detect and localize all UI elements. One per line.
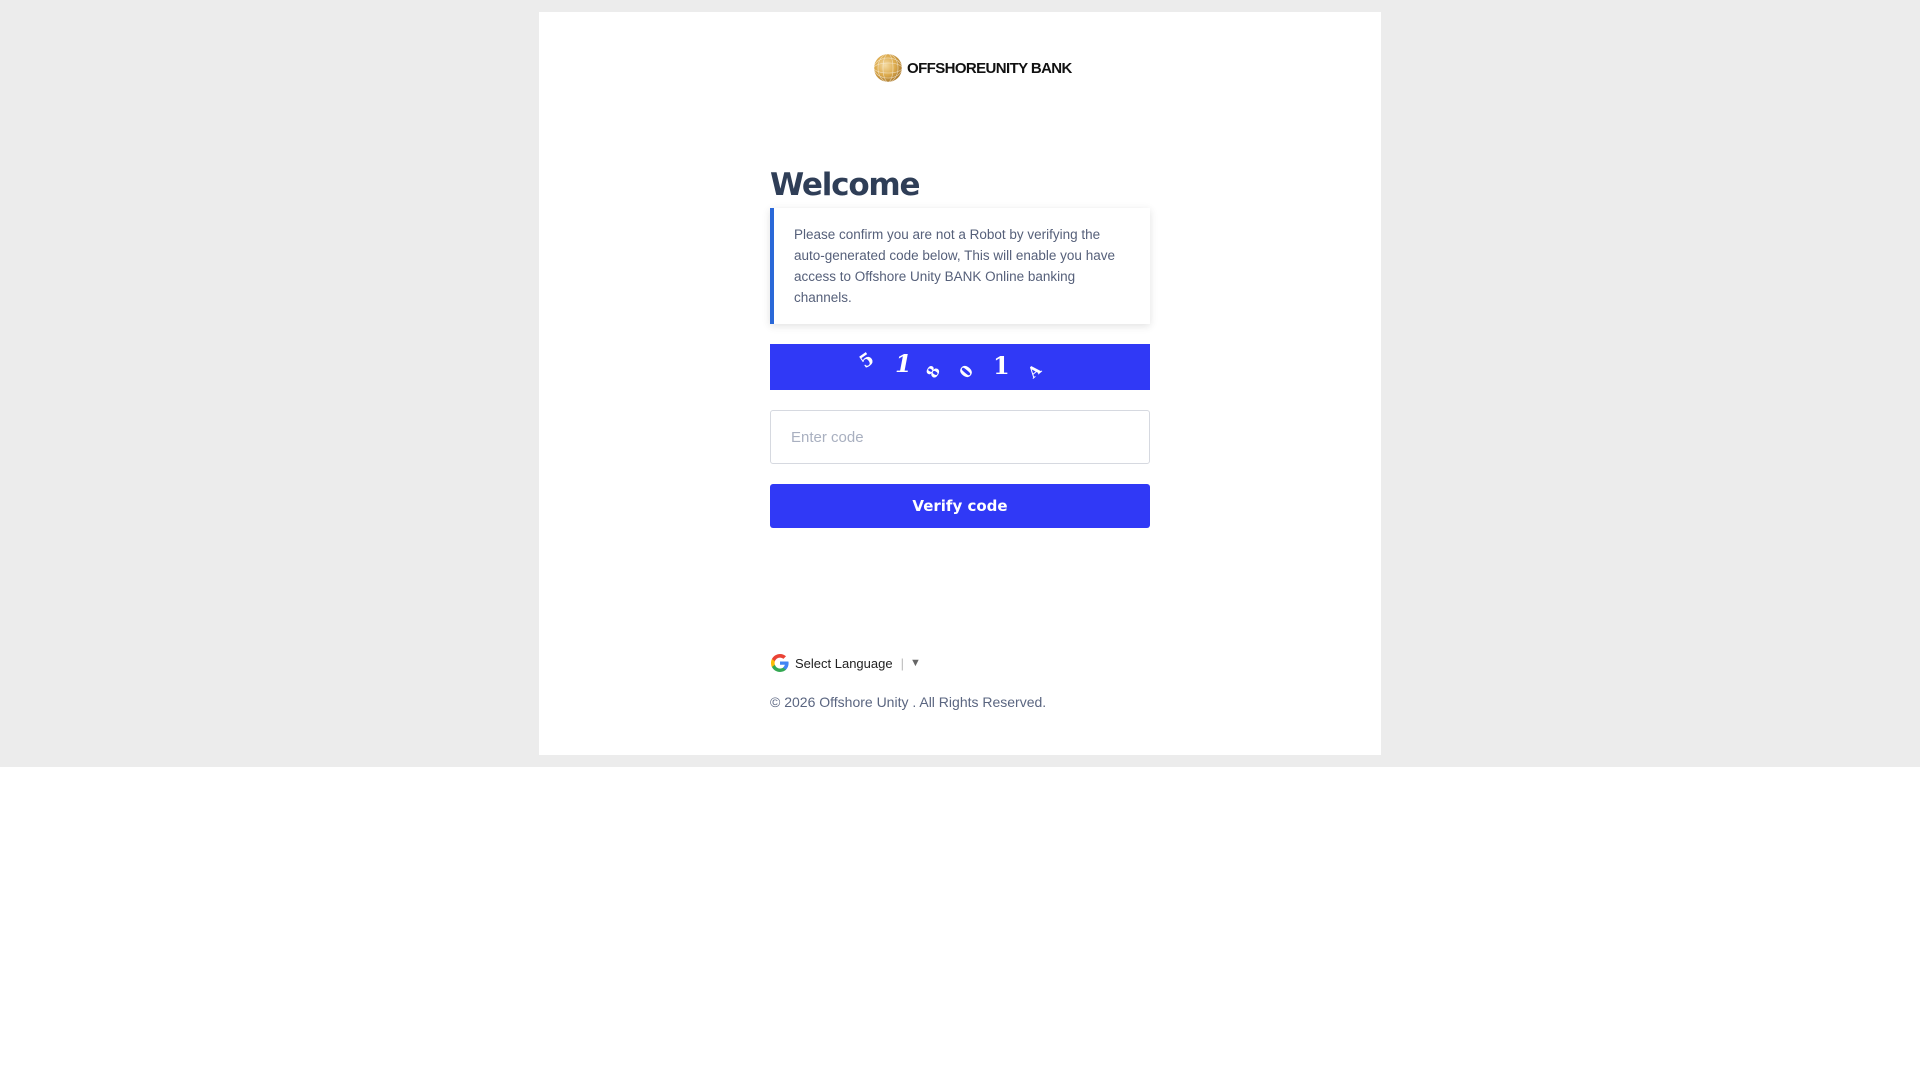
captcha-image: 5 1 8 0 1 A xyxy=(770,344,1150,390)
golden-sphere-logo-icon xyxy=(873,53,903,83)
chevron-down-icon: ▼ xyxy=(909,657,921,669)
copyright-text: © 2026 Offshore Unity . All Rights Reser… xyxy=(770,694,1047,710)
verification-panel: Welcome Please confirm you are not a Rob… xyxy=(770,162,1150,528)
language-label: Select Language xyxy=(795,655,893,671)
captcha-char: 8 xyxy=(922,362,945,382)
captcha-char: 0 xyxy=(955,361,978,383)
brand-logo[interactable]: OFFSHOREUNITY BANK xyxy=(871,48,1072,88)
captcha-char: 1 xyxy=(895,349,912,378)
language-separator: | xyxy=(900,655,904,671)
captcha-char: 1 xyxy=(993,351,1010,380)
language-selector[interactable]: Select Language | ▼ xyxy=(771,654,921,672)
page-title: Welcome xyxy=(770,167,921,203)
login-card: OFFSHOREUNITY BANK Welcome Please confir… xyxy=(539,12,1381,755)
captcha-char: A xyxy=(1024,360,1045,382)
code-input[interactable] xyxy=(770,410,1150,464)
verify-code-button[interactable]: Verify code xyxy=(770,484,1150,528)
captcha-char: 5 xyxy=(855,348,879,373)
google-g-icon xyxy=(771,654,789,672)
brand-name: OFFSHOREUNITY BANK xyxy=(907,59,1072,77)
robot-notice: Please confirm you are not a Robot by ve… xyxy=(770,208,1150,324)
